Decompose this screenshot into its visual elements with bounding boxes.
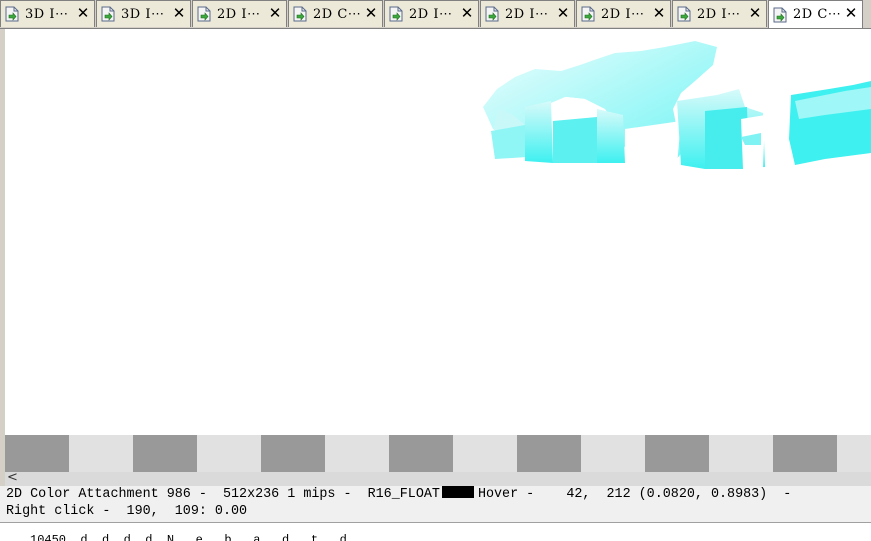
texture-viewport[interactable] bbox=[5, 29, 871, 435]
tab-label: 2D I⋯ bbox=[697, 6, 741, 22]
texture-image bbox=[483, 41, 871, 169]
tab-label: 2D I⋯ bbox=[217, 6, 261, 22]
checkerboard-background bbox=[5, 435, 871, 472]
horizontal-scrollbar[interactable]: < bbox=[5, 471, 871, 486]
checker-cell bbox=[325, 435, 389, 472]
checker-cell bbox=[5, 435, 69, 472]
tab-8[interactable]: 2D I⋯ ✕ bbox=[672, 0, 767, 27]
tab-label: 2D I⋯ bbox=[505, 6, 549, 22]
document-arrow-icon bbox=[773, 7, 787, 23]
document-arrow-icon bbox=[293, 6, 307, 22]
close-icon[interactable]: ✕ bbox=[268, 6, 282, 21]
tab-9[interactable]: 2D C⋯ ✕ bbox=[768, 0, 863, 28]
document-arrow-icon bbox=[389, 6, 403, 22]
close-icon[interactable]: ✕ bbox=[748, 6, 762, 21]
tab-label: 3D I⋯ bbox=[121, 6, 165, 22]
checker-cell bbox=[645, 435, 709, 472]
document-arrow-icon bbox=[581, 6, 595, 22]
bottom-log-line: 10450 d..d..d..d..N...e...b...a...d...t.… bbox=[0, 522, 871, 541]
tab-1[interactable]: 3D I⋯ ✕ bbox=[0, 0, 95, 27]
checker-cell bbox=[837, 435, 871, 472]
document-arrow-icon bbox=[101, 6, 115, 22]
checker-cell bbox=[261, 435, 325, 472]
hover-info-text: Hover - 42, 212 (0.0820, 0.8983) - bbox=[477, 487, 792, 502]
checker-cell bbox=[517, 435, 581, 472]
document-arrow-icon bbox=[197, 6, 211, 22]
tab-3[interactable]: 2D I⋯ ✕ bbox=[192, 0, 287, 27]
close-icon[interactable]: ✕ bbox=[844, 6, 858, 21]
tab-7[interactable]: 2D I⋯ ✕ bbox=[576, 0, 671, 27]
checker-cell bbox=[69, 435, 133, 472]
checker-cell bbox=[709, 435, 773, 472]
close-icon[interactable]: ✕ bbox=[652, 6, 666, 21]
checker-cell bbox=[197, 435, 261, 472]
close-icon[interactable]: ✕ bbox=[460, 6, 474, 21]
checker-cell bbox=[389, 435, 453, 472]
checker-cell bbox=[453, 435, 517, 472]
tab-4[interactable]: 2D C⋯ ✕ bbox=[288, 0, 383, 27]
texture-info-text: 2D Color Attachment 986 - 512x236 1 mips… bbox=[6, 487, 440, 502]
close-icon[interactable]: ✕ bbox=[172, 6, 186, 21]
checker-cell bbox=[133, 435, 197, 472]
tab-label: 2D I⋯ bbox=[409, 6, 453, 22]
status-bar: 2D Color Attachment 986 - 512x236 1 mips… bbox=[0, 486, 871, 522]
checker-cell bbox=[773, 435, 837, 472]
tab-6[interactable]: 2D I⋯ ✕ bbox=[480, 0, 575, 27]
tab-bar: 3D I⋯ ✕ 3D I⋯ ✕ 2D I⋯ ✕ 2D C⋯ ✕ 2D I⋯ ✕ 2D I⋯ ✕ 2D I… bbox=[0, 0, 871, 29]
tab-label: 2D C⋯ bbox=[793, 7, 842, 22]
pixel-color-swatch bbox=[441, 486, 474, 498]
document-arrow-icon bbox=[485, 6, 499, 22]
document-arrow-icon bbox=[677, 6, 691, 22]
close-icon[interactable]: ✕ bbox=[364, 6, 378, 21]
close-icon[interactable]: ✕ bbox=[556, 6, 570, 21]
tab-5[interactable]: 2D I⋯ ✕ bbox=[384, 0, 479, 27]
tab-label: 3D I⋯ bbox=[25, 6, 69, 22]
close-icon[interactable]: ✕ bbox=[76, 6, 90, 21]
tab-label: 2D I⋯ bbox=[601, 6, 645, 22]
document-arrow-icon bbox=[5, 6, 19, 22]
tab-label: 2D C⋯ bbox=[313, 6, 362, 22]
tab-2[interactable]: 3D I⋯ ✕ bbox=[96, 0, 191, 27]
status-line-1: 2D Color Attachment 986 - 512x236 1 mips… bbox=[6, 486, 791, 503]
checker-cell bbox=[581, 435, 645, 472]
status-line-2: Right click - 190, 109: 0.00 bbox=[6, 504, 248, 519]
scroll-left-arrow-icon[interactable]: < bbox=[7, 471, 19, 485]
